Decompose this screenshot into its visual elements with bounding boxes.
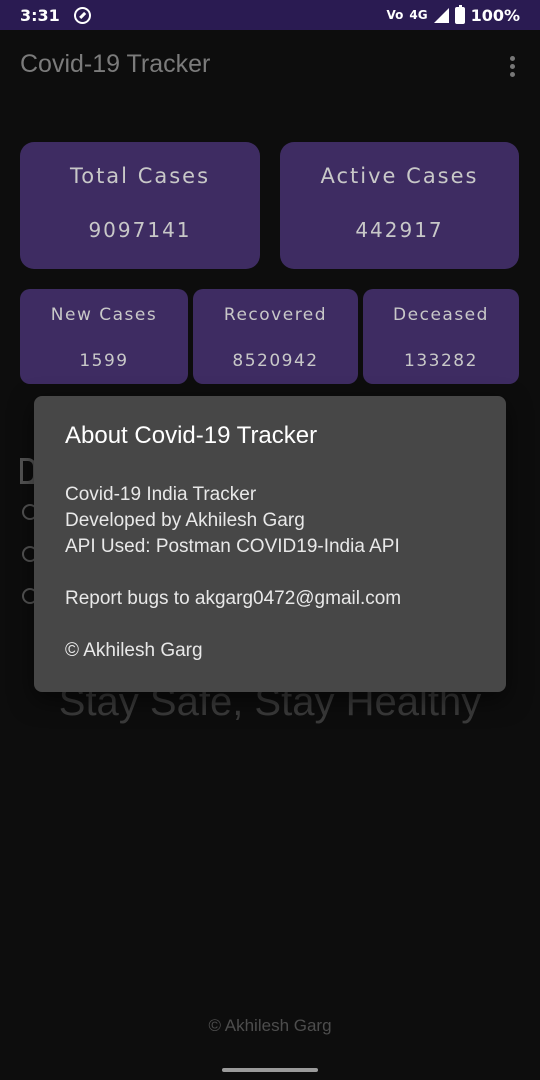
signal-icon (433, 7, 449, 23)
deceased-value: 133282 (404, 351, 478, 371)
recovered-card: Recovered 8520942 (193, 289, 358, 384)
dialog-api: API Used: Postman COVID19-India API (65, 536, 400, 557)
volte-indicator: Vo (386, 8, 404, 22)
status-bar: 3:31 Vo 4G 100% (0, 0, 540, 30)
new-cases-card: New Cases 1599 (20, 289, 188, 384)
recovered-label: Recovered (223, 305, 328, 325)
dialog-copyright: © Akhilesh Garg (65, 640, 203, 661)
dialog-body: Covid-19 India Tracker Developed by Akhi… (65, 482, 475, 664)
total-cases-value: 9097141 (88, 218, 192, 242)
do-not-disturb-icon (73, 6, 91, 24)
status-time: 3:31 (20, 5, 60, 25)
network-type: 4G (409, 8, 428, 22)
dialog-report-bugs[interactable]: Report bugs to akgarg0472@gmail.com (65, 586, 475, 612)
dialog-developer: Developed by Akhilesh Garg (65, 510, 305, 531)
status-indicators: Vo 4G 100% (386, 4, 520, 25)
total-cases-label: Total Cases (69, 164, 211, 188)
active-cases-card: Active Cases 442917 (280, 142, 519, 269)
dialog-title: About Covid-19 Tracker (65, 422, 318, 449)
obscured-heading (20, 454, 34, 484)
deceased-label: Deceased (393, 305, 489, 325)
dialog-app-name: Covid-19 India Tracker (65, 484, 257, 505)
navigation-handle[interactable] (222, 1068, 318, 1072)
app-title: Covid-19 Tracker (20, 50, 211, 78)
battery-icon (454, 4, 465, 24)
battery-level: 100% (470, 5, 520, 25)
about-dialog: About Covid-19 Tracker Covid-19 India Tr… (34, 396, 506, 692)
footer-credit: © Akhilesh Garg (208, 1016, 332, 1035)
new-cases-value: 1599 (79, 351, 129, 371)
overflow-menu-icon[interactable] (510, 56, 516, 77)
new-cases-label: New Cases (50, 305, 158, 325)
deceased-card: Deceased 133282 (363, 289, 519, 384)
recovered-value: 8520942 (232, 351, 319, 371)
active-cases-label: Active Cases (320, 164, 479, 188)
total-cases-card: Total Cases 9097141 (20, 142, 260, 269)
active-cases-value: 442917 (355, 218, 444, 242)
app-bar: Covid-19 Tracker (0, 30, 540, 102)
